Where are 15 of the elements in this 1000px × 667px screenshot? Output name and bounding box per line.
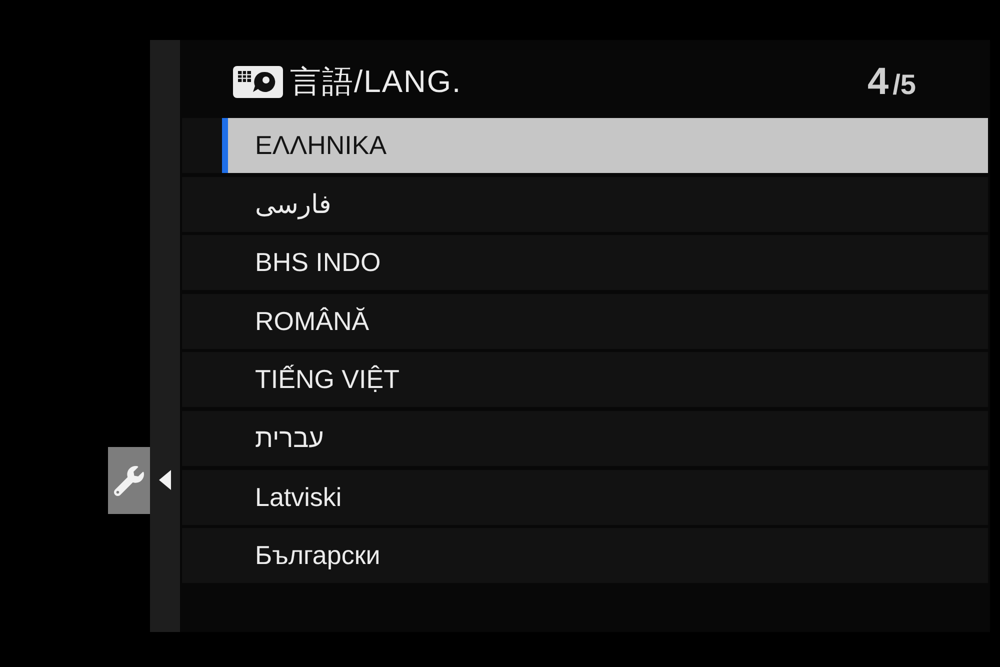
- language-option[interactable]: Български: [182, 528, 988, 584]
- language-option[interactable]: TIẾNG VIỆT: [182, 352, 988, 408]
- settings-tab[interactable]: [108, 447, 150, 514]
- page-count: /5: [892, 68, 916, 100]
- language-option[interactable]: ΕΛΛΗΝΙΚΑ: [182, 118, 988, 173]
- language-option[interactable]: فارسی: [182, 176, 988, 232]
- language-option[interactable]: Latviski: [182, 470, 988, 525]
- caret-left-icon: [159, 470, 171, 490]
- language-option[interactable]: ROMÂNĂ: [182, 294, 988, 349]
- page-number: 4: [868, 60, 889, 104]
- language-option[interactable]: עברית: [182, 410, 988, 466]
- menu-title: 言語/LANG.: [290, 63, 462, 101]
- language-option[interactable]: BHS INDO: [182, 235, 988, 290]
- wrench-icon: [114, 466, 144, 496]
- chat-bubbles-icon: [233, 66, 283, 98]
